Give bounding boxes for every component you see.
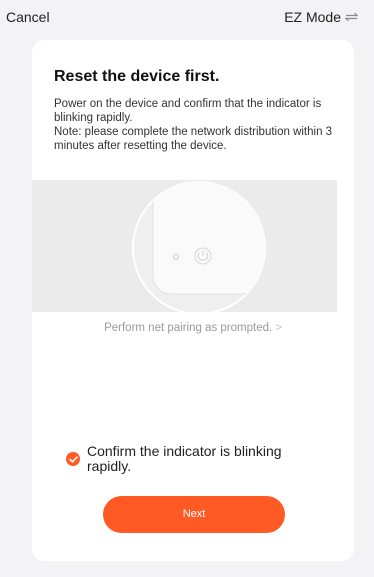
confirm-checkbox[interactable]: Confirm the indicator is blinking rapidl…: [66, 444, 326, 474]
device-power-button-icon: [132, 181, 266, 312]
next-button[interactable]: Next: [103, 496, 285, 533]
checkmark-icon: [66, 452, 80, 466]
instructions: Power on the device and confirm that the…: [54, 97, 344, 153]
net-pairing-link[interactable]: Perform net pairing as prompted. >: [32, 322, 354, 334]
screen: Cancel EZ Mode Reset the device first. P…: [0, 0, 374, 577]
chevron-right-icon: >: [275, 322, 282, 334]
switch-arrows-icon: [345, 12, 358, 22]
ez-mode-switch[interactable]: EZ Mode: [284, 9, 358, 25]
device-illustration: [32, 180, 337, 312]
pairing-link-label: Perform net pairing as prompted.: [104, 322, 273, 334]
confirm-label: Confirm the indicator is blinking rapidl…: [87, 443, 282, 474]
top-bar: Cancel EZ Mode: [0, 0, 374, 38]
note-text: Note: please complete the network distri…: [54, 126, 333, 152]
cancel-button[interactable]: Cancel: [6, 9, 50, 25]
reset-card: Reset the device first. Power on the dev…: [32, 40, 354, 561]
instruction-text: Power on the device and confirm that the…: [54, 98, 322, 124]
page-title: Reset the device first.: [54, 68, 220, 85]
mode-label: EZ Mode: [284, 9, 341, 25]
